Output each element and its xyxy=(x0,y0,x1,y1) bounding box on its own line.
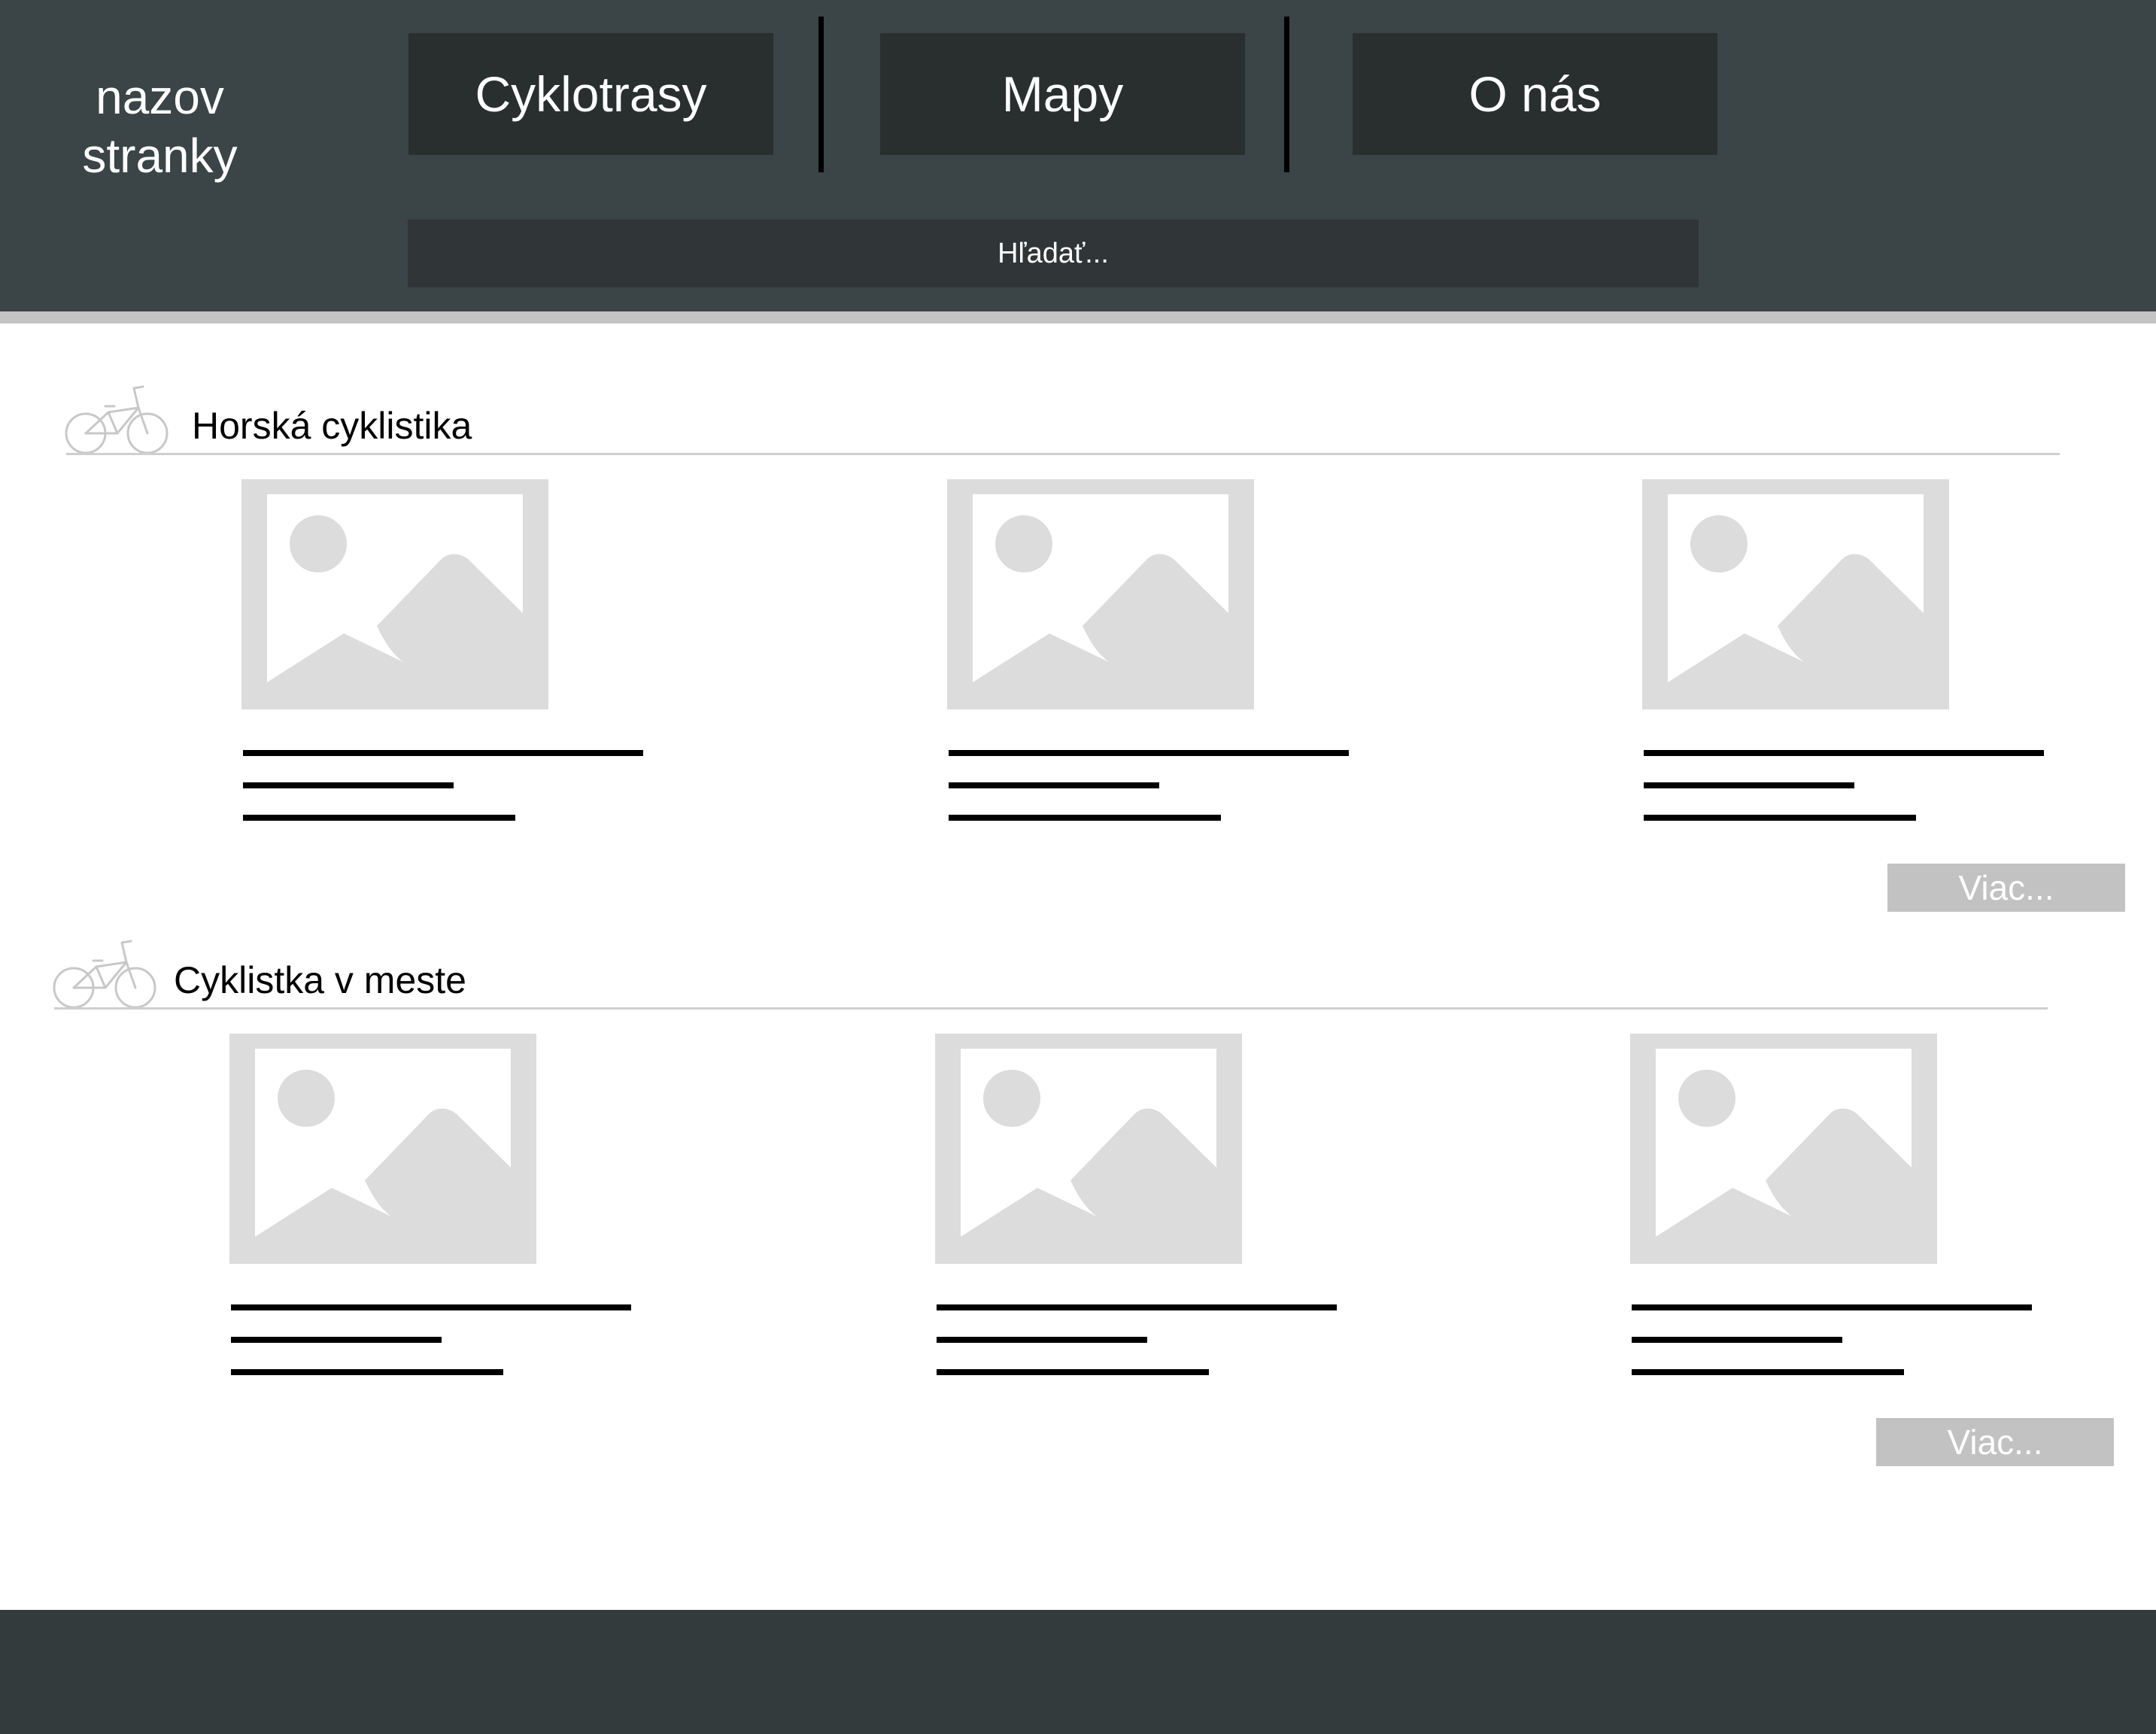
text-line xyxy=(949,815,1221,821)
bicycle-icon xyxy=(65,384,170,456)
nav-o-nas-button[interactable]: O nás xyxy=(1353,33,1717,155)
nav-divider xyxy=(818,17,824,172)
search-input[interactable]: Hľadať... xyxy=(408,220,1699,287)
header-divider xyxy=(0,311,2156,323)
nav-divider xyxy=(1284,17,1289,172)
text-line xyxy=(1644,815,1916,821)
image-placeholder-icon xyxy=(947,479,1254,709)
image-placeholder-icon xyxy=(1630,1034,1937,1264)
text-line xyxy=(243,750,643,756)
site-title[interactable]: nazov stranky xyxy=(30,68,290,185)
text-line xyxy=(1632,1304,2032,1310)
more-button[interactable]: Viac... xyxy=(1887,864,2125,912)
image-placeholder-icon xyxy=(241,479,548,709)
text-line xyxy=(231,1304,631,1310)
nav-cyklotrasy-button[interactable]: Cyklotrasy xyxy=(408,33,773,155)
nav-mapy-button[interactable]: Mapy xyxy=(880,33,1245,155)
more-button[interactable]: Viac... xyxy=(1876,1418,2114,1466)
bicycle-icon xyxy=(53,938,158,1010)
image-placeholder-icon xyxy=(229,1034,536,1264)
section-title: Horská cyklistika xyxy=(192,405,472,447)
text-line xyxy=(1632,1369,1904,1375)
section-divider xyxy=(54,1007,2048,1010)
site-header: nazov stranky Cyklotrasy Mapy O nás Hľad… xyxy=(0,0,2156,311)
section-divider xyxy=(66,453,2060,455)
text-line xyxy=(231,1369,503,1375)
section-title: Cyklistka v meste xyxy=(174,959,466,1001)
text-line xyxy=(1644,750,2044,756)
site-title-line2: stranky xyxy=(82,129,238,183)
text-line xyxy=(937,1304,1337,1310)
text-line xyxy=(1644,782,1854,788)
text-line xyxy=(949,782,1159,788)
text-line xyxy=(949,750,1349,756)
text-line xyxy=(937,1369,1209,1375)
image-placeholder-icon xyxy=(1642,479,1949,709)
text-line xyxy=(243,782,454,788)
text-line xyxy=(1632,1337,1842,1343)
site-footer xyxy=(0,1610,2156,1734)
image-placeholder-icon xyxy=(935,1034,1242,1264)
text-line xyxy=(937,1337,1147,1343)
site-title-line1: nazov xyxy=(96,70,224,124)
text-line xyxy=(243,815,515,821)
text-line xyxy=(231,1337,442,1343)
